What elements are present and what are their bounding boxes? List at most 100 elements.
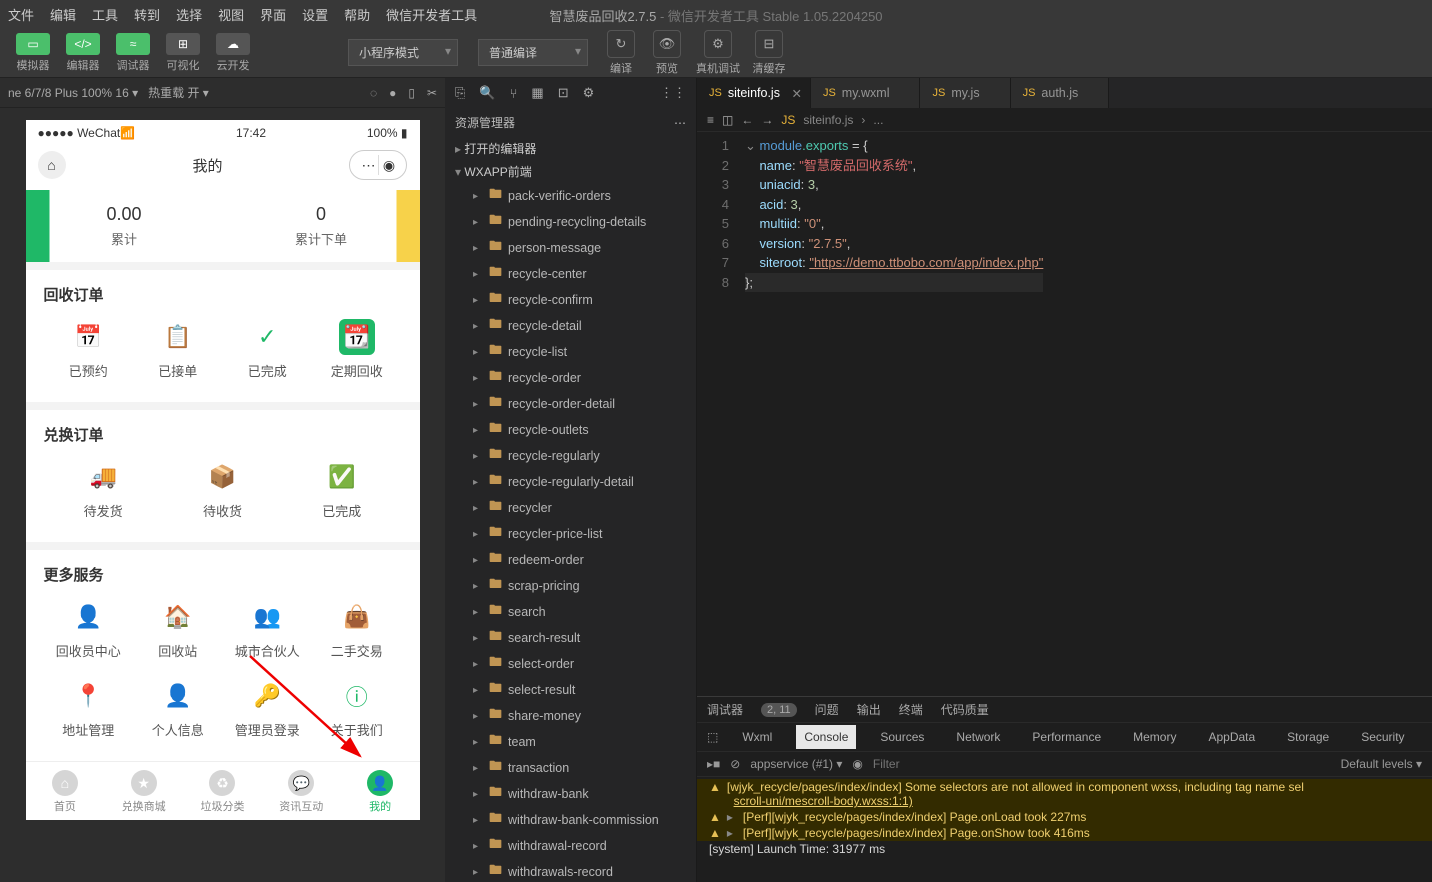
menu-select[interactable]: 选择 [176, 5, 202, 24]
devtools-tab-sensor[interactable]: Sensor [1429, 725, 1432, 749]
menu-wechat[interactable]: 微信开发者工具 [386, 5, 477, 24]
console-filter-input[interactable] [873, 757, 1331, 771]
editor-tab-my.wxml[interactable]: JSmy.wxml [811, 78, 921, 108]
code-area[interactable]: ⌄ module.exports = { name: "智慧废品回收系统", u… [737, 132, 1043, 696]
devtools-tab-storage[interactable]: Storage [1279, 725, 1337, 749]
folder-pending-recycling-details[interactable]: 🖿pending-recycling-details [445, 209, 696, 235]
menu-view[interactable]: 视图 [218, 5, 244, 24]
tabbar-我的[interactable]: 👤我的 [341, 762, 420, 820]
console-context[interactable]: appservice (#1) ▾ [750, 757, 842, 771]
ext-icon[interactable]: ▦ [531, 85, 543, 101]
sim-device-icon[interactable]: ▯ [408, 86, 415, 100]
open-editors-section[interactable]: 打开的编辑器 [445, 137, 696, 160]
bc-list-icon[interactable]: ≡ [707, 113, 714, 127]
folder-select-order[interactable]: 🖿select-order [445, 651, 696, 677]
sim-refresh-icon[interactable]: ◌ [370, 86, 377, 100]
expand-icon[interactable]: ▸ [727, 810, 737, 824]
tabbar-首页[interactable]: ⌂首页 [26, 762, 105, 820]
grid-item-已完成[interactable]: ✅已完成 [282, 459, 401, 538]
folder-recycler-price-list[interactable]: 🖿recycler-price-list [445, 521, 696, 547]
folder-withdraw-bank-commission[interactable]: 🖿withdraw-bank-commission [445, 807, 696, 833]
devtools-tab-console[interactable]: Console [796, 725, 856, 749]
cloud-toggle[interactable]: ☁云开发 [210, 31, 256, 75]
debug-tab-terminal[interactable]: 终端 [899, 701, 923, 718]
devtools-tab-appdata[interactable]: AppData [1200, 725, 1263, 749]
debug-tab-quality[interactable]: 代码质量 [941, 701, 989, 718]
grid-item-已接单[interactable]: 📋已接单 [133, 319, 223, 398]
folder-pack-verific-orders[interactable]: 🖿pack-verific-orders [445, 183, 696, 209]
menu-edit[interactable]: 编辑 [50, 5, 76, 24]
grid-item-定期回收[interactable]: 📆定期回收 [312, 319, 402, 398]
remote-debug-button[interactable]: ⚙ [704, 30, 732, 58]
explorer-icon[interactable]: ⎘ [455, 85, 465, 101]
home-icon[interactable]: ⌂ [38, 151, 66, 179]
debug-tab-problems[interactable]: 问题 [815, 701, 839, 718]
grid-item-地址管理[interactable]: 📍地址管理 [44, 678, 134, 757]
folder-withdraw-bank[interactable]: 🖿withdraw-bank [445, 781, 696, 807]
folder-scrap-pricing[interactable]: 🖿scrap-pricing [445, 573, 696, 599]
hotreload-select[interactable]: 热重载 开 ▾ [148, 84, 209, 101]
folder-recycler[interactable]: 🖿recycler [445, 495, 696, 521]
folder-recycle-order[interactable]: 🖿recycle-order [445, 365, 696, 391]
folder-team[interactable]: 🖿team [445, 729, 696, 755]
debug-tab-debugger[interactable]: 调试器 [707, 701, 743, 718]
gear-icon[interactable]: ⚙ [583, 85, 595, 101]
overflow-icon[interactable]: ⋮⋮ [660, 85, 686, 101]
devtools-inspect-icon[interactable]: ⬚ [707, 730, 718, 744]
folder-transaction[interactable]: 🖿transaction [445, 755, 696, 781]
folder-recycle-list[interactable]: 🖿recycle-list [445, 339, 696, 365]
folder-search[interactable]: 🖿search [445, 599, 696, 625]
folder-search-result[interactable]: 🖿search-result [445, 625, 696, 651]
grid-item-待发货[interactable]: 🚚待发货 [44, 459, 163, 538]
folder-select-result[interactable]: 🖿select-result [445, 677, 696, 703]
more-icon[interactable]: ⋯ [674, 116, 686, 130]
visual-toggle[interactable]: ⊞可视化 [160, 31, 206, 75]
expand-icon[interactable]: ▸ [727, 826, 737, 840]
console-live-icon[interactable]: ◉ [852, 757, 862, 771]
capsule-button[interactable]: ⋯◉ [349, 150, 407, 180]
grid-item-城市合伙人[interactable]: 👥城市合伙人 [223, 599, 313, 678]
devtools-tab-sources[interactable]: Sources [872, 725, 932, 749]
folder-recycle-regularly[interactable]: 🖿recycle-regularly [445, 443, 696, 469]
bc-bookmark-icon[interactable]: ◫ [722, 113, 733, 127]
folder-recycle-confirm[interactable]: 🖿recycle-confirm [445, 287, 696, 313]
folder-redeem-order[interactable]: 🖿redeem-order [445, 547, 696, 573]
editor-toggle[interactable]: </>编辑器 [60, 31, 106, 75]
sim-record-icon[interactable]: ● [389, 86, 396, 100]
folder-recycle-order-detail[interactable]: 🖿recycle-order-detail [445, 391, 696, 417]
menu-goto[interactable]: 转到 [134, 5, 160, 24]
console-levels[interactable]: Default levels ▾ [1341, 757, 1422, 771]
devtools-tab-wxml[interactable]: Wxml [734, 725, 780, 749]
debugger-toggle[interactable]: ≈调试器 [110, 31, 156, 75]
tabbar-垃圾分类[interactable]: ♻垃圾分类 [183, 762, 262, 820]
console-toggle-icon[interactable]: ▸■ [707, 757, 720, 771]
menu-help[interactable]: 帮助 [344, 5, 370, 24]
tabbar-资讯互动[interactable]: 💬资讯互动 [262, 762, 341, 820]
grid-item-回收员中心[interactable]: 👤回收员中心 [44, 599, 134, 678]
folder-withdrawal-record[interactable]: 🖿withdrawal-record [445, 833, 696, 859]
grid-item-关于我们[interactable]: ⓘ关于我们 [312, 678, 402, 757]
grid-item-二手交易[interactable]: 👜二手交易 [312, 599, 402, 678]
folder-recycle-center[interactable]: 🖿recycle-center [445, 261, 696, 287]
simulator-toggle[interactable]: ▭模拟器 [10, 31, 56, 75]
folder-withdrawals-record[interactable]: 🖿withdrawals-record [445, 859, 696, 882]
folder-recycle-detail[interactable]: 🖿recycle-detail [445, 313, 696, 339]
mode-select[interactable]: 小程序模式 [348, 39, 458, 66]
robot-icon[interactable]: ⊡ [558, 85, 569, 101]
compile-select[interactable]: 普通编译 [478, 39, 588, 66]
devtools-tab-memory[interactable]: Memory [1125, 725, 1184, 749]
grid-item-已预约[interactable]: 📅已预约 [44, 319, 134, 398]
devtools-tab-network[interactable]: Network [948, 725, 1008, 749]
folder-recycle-outlets[interactable]: 🖿recycle-outlets [445, 417, 696, 443]
grid-item-回收站[interactable]: 🏠回收站 [133, 599, 223, 678]
folder-recycle-regularly-detail[interactable]: 🖿recycle-regularly-detail [445, 469, 696, 495]
menu-settings[interactable]: 设置 [302, 5, 328, 24]
devtools-tab-security[interactable]: Security [1353, 725, 1412, 749]
git-icon[interactable]: ⑂ [510, 86, 518, 101]
folder-share-money[interactable]: 🖿share-money [445, 703, 696, 729]
bc-back-icon[interactable]: ← [741, 113, 753, 127]
debug-tab-output[interactable]: 输出 [857, 701, 881, 718]
console-clear-icon[interactable]: ⊘ [730, 757, 740, 771]
close-icon[interactable]: ✕ [791, 86, 801, 101]
sim-cut-icon[interactable]: ✂ [427, 86, 437, 100]
